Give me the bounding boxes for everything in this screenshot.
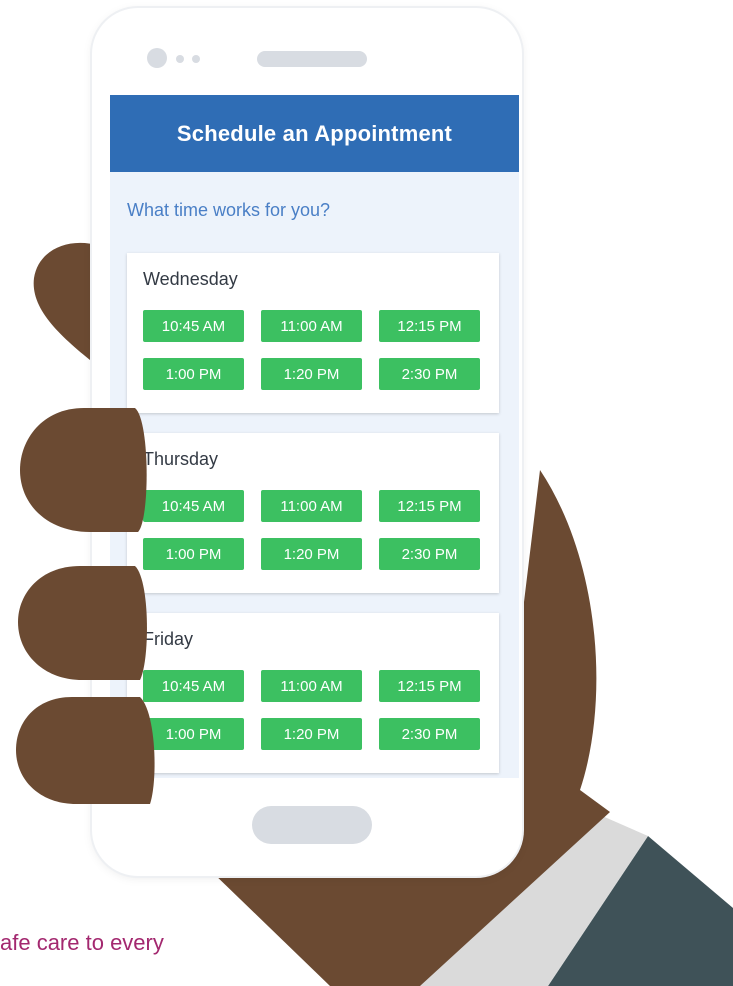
finger-shape <box>16 697 155 804</box>
finger-shape <box>18 566 147 680</box>
finger-shape <box>20 408 147 532</box>
illustration: afe care to every Schedule an Appointmen… <box>0 0 733 986</box>
fingers-illustration <box>16 408 155 804</box>
